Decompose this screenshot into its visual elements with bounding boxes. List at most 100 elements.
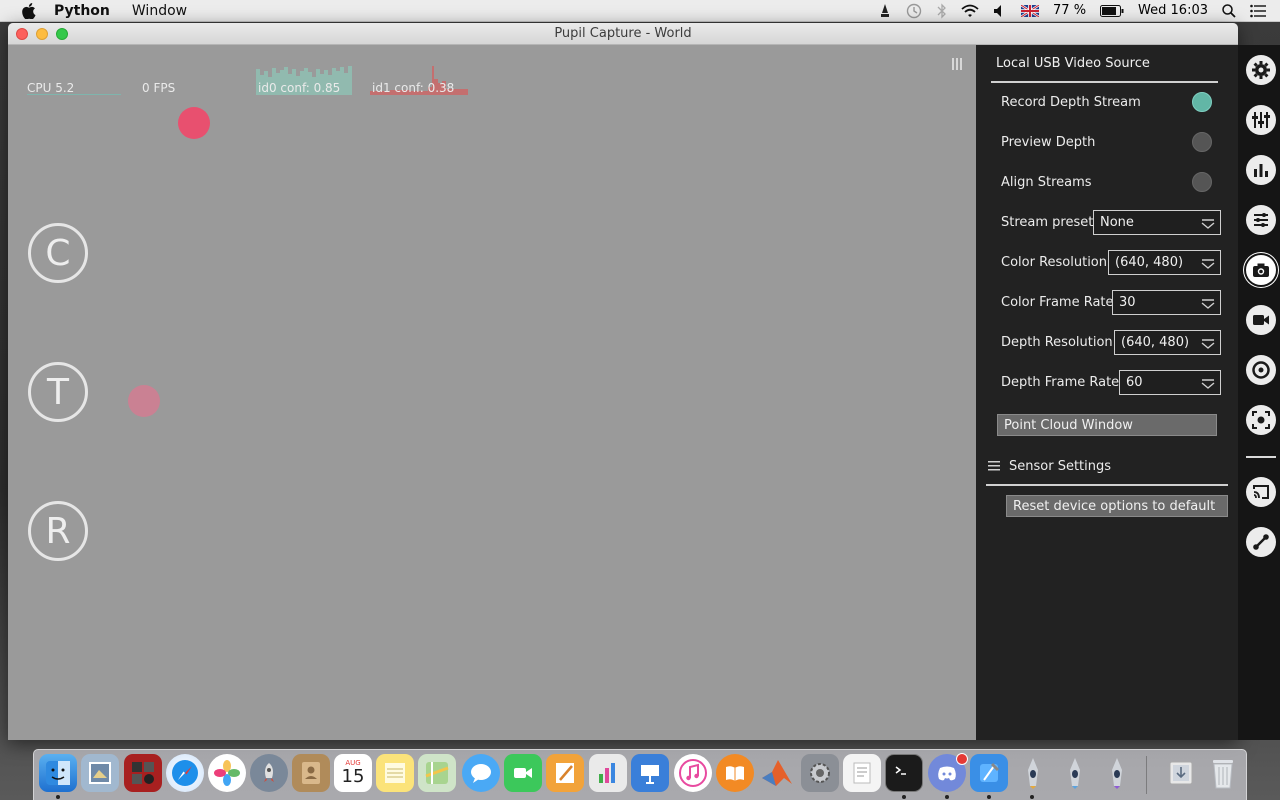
dock-pupil-player[interactable] (1056, 754, 1094, 792)
window-minimize-button[interactable] (36, 28, 48, 40)
dock-system-preferences[interactable] (801, 754, 839, 792)
dock-notes[interactable] (376, 754, 414, 792)
dock-messages[interactable] (462, 754, 500, 792)
dock-calendar[interactable]: AUG 15 (334, 754, 372, 792)
preview-depth-toggle[interactable] (1192, 132, 1212, 152)
spotlight-search-icon[interactable] (1222, 3, 1236, 18)
color-frame-rate-select[interactable]: 30 (1112, 290, 1221, 315)
dock-contacts[interactable] (292, 754, 330, 792)
window-zoom-button[interactable] (56, 28, 68, 40)
dock-trash[interactable] (1204, 754, 1242, 792)
depth-frame-rate-select[interactable]: 60 (1119, 370, 1221, 395)
calibration-button[interactable]: C (28, 223, 88, 283)
dock-photo-booth[interactable] (124, 754, 162, 792)
volume-icon[interactable] (993, 4, 1007, 18)
pen-tool-status-icon[interactable] (879, 3, 891, 18)
dock-finder[interactable] (39, 754, 77, 792)
dock-keynote[interactable] (631, 754, 669, 792)
test-accuracy-button[interactable]: T (28, 362, 88, 422)
preview-depth-label: Preview Depth (1001, 135, 1096, 150)
gaze-point-secondary (128, 385, 160, 417)
dock-textedit[interactable] (843, 754, 881, 792)
remote-link-button[interactable] (1246, 527, 1276, 557)
align-streams-label: Align Streams (1001, 175, 1092, 190)
color-resolution-value: (640, 480) (1115, 255, 1184, 270)
pupil-capture-window: Pupil Capture - World CPU 5.2 0 FPS id0 … (8, 23, 1238, 740)
video-source-button[interactable] (1246, 255, 1276, 285)
link-icon (1253, 534, 1269, 550)
depth-resolution-value: (640, 480) (1121, 335, 1190, 350)
network-api-button[interactable] (1246, 477, 1276, 507)
target-icon (1252, 361, 1270, 379)
dock-pupil-capture[interactable] (1014, 754, 1052, 792)
apple-menu-icon[interactable] (20, 2, 38, 19)
depth-resolution-select[interactable]: (640, 480) (1114, 330, 1221, 355)
menubar-clock[interactable]: Wed 16:03 (1138, 3, 1208, 18)
dock-xcode[interactable] (970, 754, 1008, 792)
window-close-button[interactable] (16, 28, 28, 40)
trash-icon (1213, 760, 1233, 789)
battery-icon[interactable] (1100, 4, 1124, 17)
world-view[interactable]: CPU 5.2 0 FPS id0 conf: 0.85 id1 conf: 0… (8, 45, 976, 740)
color-resolution-label: Color Resolution (1001, 255, 1107, 270)
pupil-detector-button[interactable] (1246, 155, 1276, 185)
terminal-icon (895, 766, 906, 775)
plugin-manager-button[interactable] (1246, 105, 1276, 135)
pupil-capture-icon (1028, 758, 1038, 789)
dock-downloads[interactable] (1162, 754, 1200, 792)
battery-percent[interactable]: 77 % (1053, 3, 1086, 18)
sensor-settings-header[interactable]: Sensor Settings (1009, 459, 1111, 474)
dock-ibooks[interactable] (716, 754, 754, 792)
chevron-down-icon (1201, 219, 1215, 229)
dock-preview[interactable] (81, 754, 119, 792)
dock-pages[interactable] (546, 754, 584, 792)
window-titlebar[interactable]: Pupil Capture - World (8, 23, 1238, 45)
sensor-settings-menu-icon[interactable] (988, 461, 1000, 471)
dock-safari[interactable] (166, 754, 204, 792)
recorder-button[interactable] (1246, 305, 1276, 335)
finder-running-indicator (56, 795, 60, 799)
reset-device-options-button[interactable]: Reset device options to default (1006, 495, 1228, 517)
contacts-icon (302, 762, 320, 784)
dock-itunes[interactable] (674, 754, 712, 792)
dock-facetime[interactable] (504, 754, 542, 792)
id1-confidence-readout: id1 conf: 0.38 (372, 81, 455, 95)
dock-pupil-service[interactable] (1098, 754, 1136, 792)
chevron-down-icon (1201, 259, 1215, 269)
camera-icon (1253, 263, 1269, 277)
record-button[interactable]: R (28, 501, 88, 561)
app-menu[interactable]: Python (54, 3, 110, 19)
stream-preset-value: None (1100, 215, 1134, 230)
discord-running-indicator (945, 795, 949, 799)
point-cloud-window-button[interactable]: Point Cloud Window (997, 414, 1217, 436)
dock-matlab[interactable] (758, 754, 796, 792)
calibration-plugin-button[interactable] (1246, 355, 1276, 385)
general-settings-button[interactable] (1246, 55, 1276, 85)
window-menu[interactable]: Window (132, 3, 187, 19)
discord-notification-badge (956, 753, 968, 765)
time-machine-icon[interactable] (905, 3, 923, 19)
dock-terminal[interactable] (885, 754, 923, 792)
pupil-capture-running-indicator (1030, 795, 1034, 799)
dock-launchpad[interactable] (250, 754, 288, 792)
dock-photos[interactable] (208, 754, 246, 792)
wifi-icon[interactable] (961, 4, 979, 18)
uk-flag-icon[interactable] (1021, 4, 1040, 17)
stream-preset-select[interactable]: None (1093, 210, 1221, 235)
color-resolution-select[interactable]: (640, 480) (1108, 250, 1221, 275)
dock: AUG 15 (33, 749, 1247, 800)
bluetooth-icon[interactable] (937, 2, 947, 19)
record-depth-toggle[interactable] (1192, 92, 1212, 112)
surface-tracker-button[interactable] (1246, 405, 1276, 435)
capture-frame-icon (1252, 411, 1270, 429)
preview-icon (89, 762, 111, 784)
gear-icon (1252, 61, 1270, 79)
photo-booth-icon (132, 762, 154, 784)
dock-numbers[interactable] (589, 754, 627, 792)
world-menu-handle-icon[interactable] (952, 58, 962, 70)
align-streams-toggle[interactable] (1192, 172, 1212, 192)
dock-maps[interactable] (418, 754, 456, 792)
pupil-service-icon (1112, 758, 1122, 789)
notification-center-icon[interactable] (1250, 4, 1266, 18)
capture-settings-button[interactable] (1246, 205, 1276, 235)
